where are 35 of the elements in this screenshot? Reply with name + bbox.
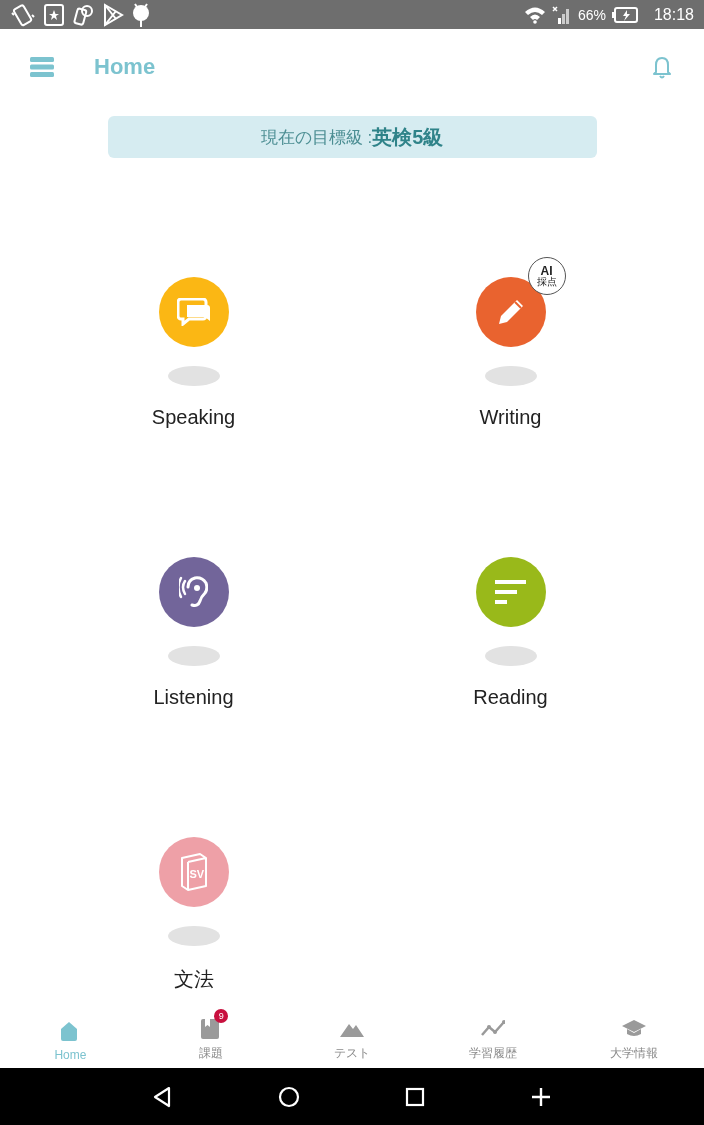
chat-bubbles-icon [176,298,211,326]
count-badge: 9 [214,1009,229,1023]
skill-label: Reading [473,686,548,709]
skill-button[interactable]: SV [158,837,229,907]
nav-tab[interactable]: 学習履歴 [422,1010,564,1068]
signal-icon [551,5,572,24]
target-level-banner: 現在の目標級 :英検5級 [107,116,597,158]
book-label: SV [189,868,205,880]
shadow-ellipse [484,366,537,386]
nav-tab[interactable]: 大学情報 [563,1010,704,1068]
battery-percent: 66% [577,6,606,23]
screen-title: Home [94,54,156,80]
shadow-ellipse [167,646,220,666]
shadow-ellipse [167,926,220,946]
vibrate-icon [10,2,36,27]
nav-tab[interactable]: テスト [281,1010,423,1068]
book-icon [180,853,207,891]
star-app-icon [42,2,66,27]
skill-label: 文法 [173,967,214,992]
shadow-ellipse [484,646,537,666]
battery-icon [611,6,638,23]
ear-icon [179,576,208,608]
ai-scoring-badge: AI 採点 [527,257,566,295]
skill-label: Speaking [151,406,236,429]
nav-tab[interactable]: Home [0,1010,141,1068]
text-lines-icon [495,580,526,604]
wifi-icon [523,5,546,24]
skill-label: Listening [153,686,234,709]
home-circle-icon[interactable] [277,1084,301,1109]
clock-time: 18:18 [653,5,694,24]
shadow-ellipse [167,366,220,386]
play-store-icon [102,2,124,27]
skill-label: Writing [479,406,542,429]
nav-tab[interactable]: 9 課題 [140,1010,282,1068]
pencil-icon [497,299,524,325]
